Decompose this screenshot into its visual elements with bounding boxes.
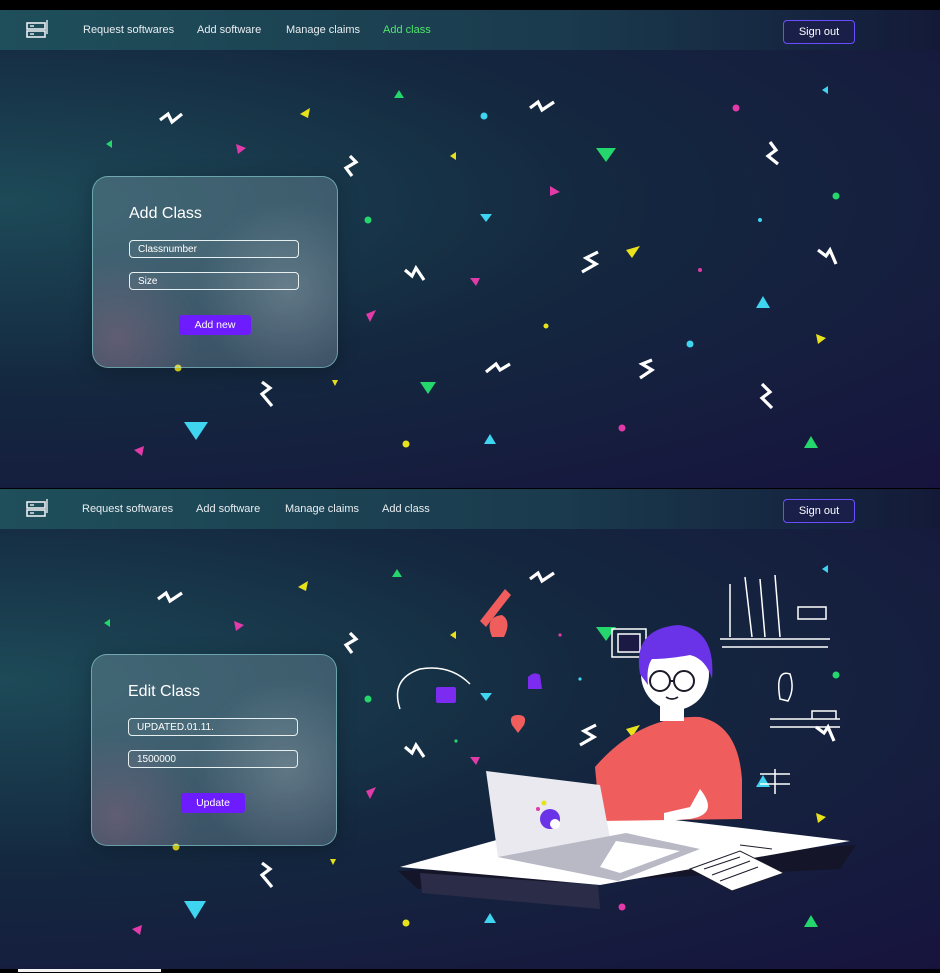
server-logo-icon[interactable] xyxy=(26,20,48,40)
add-class-screen: Request softwares Add software Manage cl… xyxy=(0,10,940,488)
top-navbar: Request softwares Add software Manage cl… xyxy=(0,489,940,529)
add-new-button[interactable]: Add new xyxy=(179,315,251,335)
server-logo-icon[interactable] xyxy=(26,499,48,519)
card-title: Edit Class xyxy=(128,683,201,700)
edit-class-screen: Request softwares Add software Manage cl… xyxy=(0,489,940,969)
nav-manage-claims[interactable]: Manage claims xyxy=(285,503,359,515)
nav-add-class[interactable]: Add class xyxy=(383,24,431,36)
card-title: Add Class xyxy=(129,205,202,222)
nav-manage-claims[interactable]: Manage claims xyxy=(286,24,360,36)
classnumber-input[interactable]: Classnumber xyxy=(129,240,299,258)
size-input[interactable]: Size xyxy=(129,272,299,290)
nav-request-softwares[interactable]: Request softwares xyxy=(83,24,174,36)
nav-add-software[interactable]: Add software xyxy=(196,503,260,515)
nav-add-software[interactable]: Add software xyxy=(197,24,261,36)
classnumber-input[interactable]: UPDATED.01.11. xyxy=(128,718,298,736)
top-navbar: Request softwares Add software Manage cl… xyxy=(0,10,940,50)
sign-out-button[interactable]: Sign out xyxy=(783,20,855,44)
sign-out-button[interactable]: Sign out xyxy=(783,499,855,523)
edit-class-card: Edit Class UPDATED.01.11. 1500000 Update xyxy=(91,654,337,846)
nav-add-class[interactable]: Add class xyxy=(382,503,430,515)
taskbar-strip xyxy=(18,969,161,972)
nav-request-softwares[interactable]: Request softwares xyxy=(82,503,173,515)
add-class-card: Add Class Classnumber Size Add new xyxy=(92,176,338,368)
update-button[interactable]: Update xyxy=(181,793,245,813)
size-input[interactable]: 1500000 xyxy=(128,750,298,768)
